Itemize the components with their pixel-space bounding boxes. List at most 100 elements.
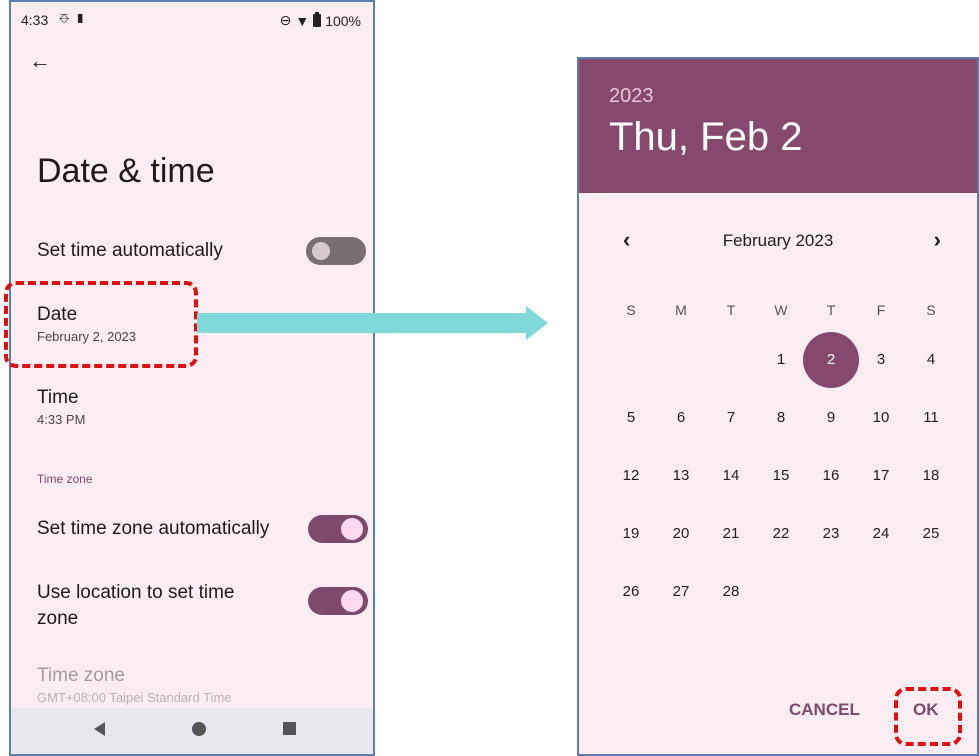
- day-number: 4: [926, 351, 936, 368]
- dialog-year[interactable]: 2023: [609, 85, 654, 108]
- time-label: Time: [37, 387, 79, 408]
- day-cell[interactable]: 7: [706, 389, 756, 447]
- day-number: 27: [672, 583, 690, 600]
- day-cell[interactable]: 14: [706, 447, 756, 505]
- day-cell[interactable]: 23: [806, 505, 856, 563]
- toggle-knob: [341, 518, 363, 540]
- empty-day-cell: [656, 331, 706, 389]
- day-cell[interactable]: 1: [756, 331, 806, 389]
- sim-icon: ⎑: [59, 11, 76, 26]
- day-number: 19: [622, 525, 640, 542]
- day-cell[interactable]: 5: [606, 389, 656, 447]
- week-row: 1 2 3 4: [606, 331, 956, 389]
- day-number: 7: [726, 409, 736, 426]
- status-bar: 4:33 ⎑▮ ⊖ ▼ 100%: [11, 2, 373, 42]
- day-cell[interactable]: 27: [656, 563, 706, 621]
- battery-icon: [313, 12, 322, 27]
- dialog-header: 2023 Thu, Feb 2: [579, 59, 977, 193]
- weekday-label: S: [626, 302, 636, 318]
- weekday-label: S: [926, 302, 936, 318]
- weekday-label: T: [826, 302, 836, 318]
- toggle-knob: [312, 242, 330, 260]
- day-number: 16: [822, 467, 840, 484]
- date-picker-dialog: 2023 Thu, Feb 2 ‹ February 2023 › SMTWTF…: [577, 57, 979, 756]
- day-number: 26: [622, 583, 640, 600]
- status-left-icons: ⎑▮: [59, 11, 91, 27]
- battery-percent: 100%: [325, 12, 361, 29]
- day-cell[interactable]: 6: [656, 389, 706, 447]
- dialog-actions: CANCEL OK: [579, 700, 977, 730]
- status-right-icons: ⊖ ▼ 100%: [280, 12, 361, 29]
- day-cell[interactable]: 19: [606, 505, 656, 563]
- set-time-zone-automatically-toggle[interactable]: [308, 515, 368, 543]
- day-number: 18: [922, 467, 940, 484]
- day-cell[interactable]: 21: [706, 505, 756, 563]
- week-row: 19 20 21 22 23 24 25: [606, 505, 956, 563]
- day-number: 28: [722, 583, 740, 600]
- weekday-label: T: [726, 302, 736, 318]
- day-cell[interactable]: 9: [806, 389, 856, 447]
- empty-day-cell: [706, 331, 756, 389]
- day-number: 24: [872, 525, 890, 542]
- day-cell[interactable]: 25: [906, 505, 956, 563]
- day-cell[interactable]: 8: [756, 389, 806, 447]
- day-cell[interactable]: 16: [806, 447, 856, 505]
- time-zone-value: GMT+08:00 Taipei Standard Time: [37, 690, 232, 705]
- day-number: 9: [826, 409, 836, 426]
- day-cell[interactable]: 4: [906, 331, 956, 389]
- day-cell[interactable]: 28: [706, 563, 756, 621]
- day-cell[interactable]: 20: [656, 505, 706, 563]
- back-icon[interactable]: [94, 722, 105, 736]
- dnd-icon: ⊖: [279, 12, 292, 28]
- wifi-icon: ▼: [295, 12, 310, 29]
- back-arrow-icon[interactable]: ←: [29, 48, 51, 74]
- day-number: 3: [876, 351, 886, 368]
- day-number: 13: [672, 467, 690, 484]
- home-icon[interactable]: [192, 722, 206, 736]
- day-number: 20: [672, 525, 690, 542]
- day-cell[interactable]: 13: [656, 447, 706, 505]
- day-number: 17: [872, 467, 890, 484]
- time-zone-section-label: Time zone: [37, 472, 93, 486]
- weekday-label: M: [675, 302, 687, 318]
- page-title: Date & time: [37, 152, 215, 190]
- day-number: 23: [822, 525, 840, 542]
- cancel-button[interactable]: CANCEL: [789, 700, 860, 720]
- day-cell[interactable]: 12: [606, 447, 656, 505]
- use-location-toggle[interactable]: [308, 587, 368, 615]
- arrow-shaft: [197, 313, 527, 333]
- day-cell[interactable]: 22: [756, 505, 806, 563]
- use-location-label: Use location to set time zone: [37, 582, 235, 629]
- day-cell[interactable]: 15: [756, 447, 806, 505]
- day-cell[interactable]: 17: [856, 447, 906, 505]
- day-number: 21: [722, 525, 740, 542]
- phone-screen: 4:33 ⎑▮ ⊖ ▼ 100% ← Date & time Set time …: [9, 0, 375, 756]
- set-time-automatically-toggle[interactable]: [306, 237, 366, 265]
- day-cell[interactable]: 3: [856, 331, 906, 389]
- recents-icon[interactable]: [283, 722, 296, 735]
- day-number: 11: [923, 409, 939, 426]
- set-time-zone-automatically-label: Set time zone automatically: [37, 518, 270, 539]
- time-row[interactable]: Time 4:33 PM: [37, 387, 361, 427]
- set-time-zone-automatically-row[interactable]: Set time zone automatically: [37, 518, 293, 540]
- chevron-right-icon[interactable]: ›: [934, 227, 941, 253]
- month-navigation: ‹ February 2023 ›: [579, 227, 977, 257]
- dialog-selected-date: Thu, Feb 2: [609, 115, 803, 159]
- day-cell[interactable]: 11: [906, 389, 956, 447]
- day-number: 2: [826, 351, 836, 368]
- day-number: 15: [772, 467, 790, 484]
- day-number: 14: [722, 467, 740, 484]
- day-cell[interactable]: 26: [606, 563, 656, 621]
- day-cell[interactable]: 18: [906, 447, 956, 505]
- day-cell[interactable]: 10: [856, 389, 906, 447]
- selected-day-cell[interactable]: 2: [803, 331, 859, 389]
- use-location-row[interactable]: Use location to set time zone: [37, 580, 273, 632]
- battery-saver-icon: ▮: [75, 11, 92, 26]
- empty-day-cell: [906, 563, 956, 621]
- weekday-label: W: [774, 302, 788, 318]
- day-cell[interactable]: 24: [856, 505, 906, 563]
- day-number: 5: [626, 409, 636, 426]
- ok-button[interactable]: OK: [913, 700, 939, 720]
- day-number: 25: [922, 525, 940, 542]
- arrow-head: [526, 306, 548, 340]
